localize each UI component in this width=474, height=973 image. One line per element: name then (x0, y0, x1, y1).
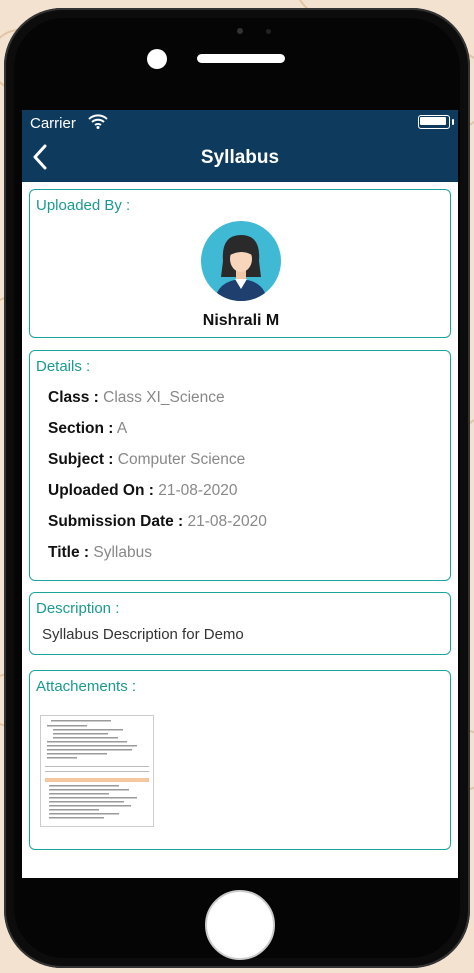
wifi-icon (88, 114, 108, 129)
detail-row-title: Title : Syllabus (48, 544, 152, 561)
details-card: Details : Class : Class XI_Science Secti… (29, 350, 451, 581)
page-title: Syllabus (200, 147, 280, 168)
description-text: Syllabus Description for Demo (42, 626, 244, 643)
front-sensor (237, 28, 243, 34)
attachment-thumbnail[interactable] (40, 715, 154, 827)
detail-row-submission-date: Submission Date : 21-08-2020 (48, 513, 267, 530)
front-camera (147, 49, 167, 69)
earpiece-speaker (197, 54, 285, 63)
front-sensor-secondary (266, 29, 271, 34)
description-label: Description : (36, 600, 120, 617)
detail-row-subject: Subject : Computer Science (48, 451, 246, 468)
detail-row-uploaded-on: Uploaded On : 21-08-2020 (48, 482, 238, 499)
home-button[interactable] (205, 890, 275, 960)
uploaded-by-label: Uploaded By : (36, 197, 131, 214)
carrier-label: Carrier (30, 115, 76, 132)
app-screen: Carrier Syllabus Uploaded By : Nishrali … (22, 110, 458, 878)
user-avatar-icon (215, 235, 267, 301)
detail-row-class: Class : Class XI_Science (48, 389, 225, 406)
detail-row-section: Section : A (48, 420, 128, 437)
attachments-label: Attachements : (36, 678, 137, 695)
uploaded-by-card: Uploaded By : Nishrali M (29, 189, 451, 338)
battery-icon (418, 115, 454, 129)
attachments-card: Attachements : (29, 670, 451, 850)
document-thumbnail-icon (45, 720, 149, 819)
description-card: Description : Syllabus Description for D… (29, 592, 451, 655)
details-label: Details : (36, 358, 91, 375)
navigation-bar: Carrier Syllabus (22, 110, 458, 182)
uploader-name: Nishrali M (202, 312, 280, 329)
avatar (201, 221, 281, 301)
